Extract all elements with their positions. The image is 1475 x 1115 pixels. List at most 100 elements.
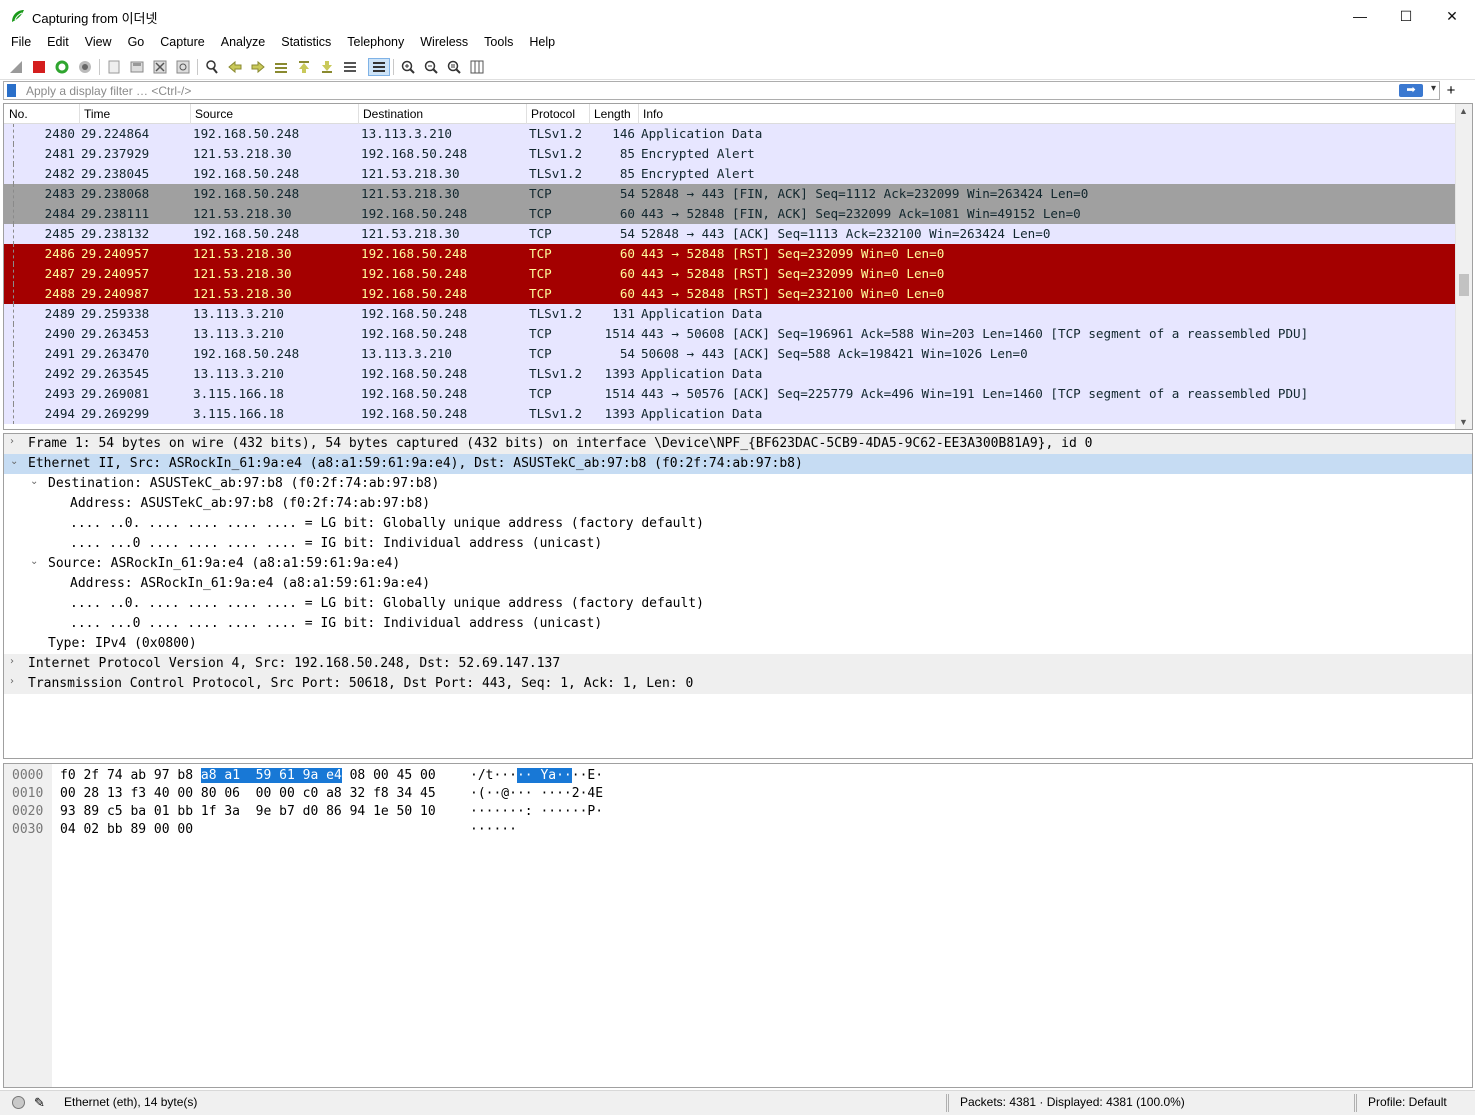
zoom-out-icon[interactable] bbox=[422, 58, 440, 76]
detail-row[interactable]: .... ...0 .... .... .... .... = IG bit: … bbox=[4, 614, 1472, 634]
capture-options-icon[interactable] bbox=[76, 58, 94, 76]
hex-dump[interactable]: 93 89 c5 ba 01 bb 1f 3a 9e b7 d0 86 94 1… bbox=[60, 804, 436, 819]
packet-row[interactable]: 2491 29.263470 192.168.50.248 13.113.3.210 T… bbox=[4, 344, 1456, 364]
column-separator[interactable] bbox=[526, 104, 527, 124]
status-profile[interactable]: Profile: Default bbox=[1368, 1095, 1447, 1109]
column-separator[interactable] bbox=[79, 104, 80, 124]
packet-row[interactable]: 2481 29.237929 121.53.218.30 192.168.50.248… bbox=[4, 144, 1456, 164]
column-separator[interactable] bbox=[638, 104, 639, 124]
collapse-arrow-icon[interactable]: ⌄ bbox=[30, 556, 38, 567]
menu-file[interactable]: File bbox=[3, 32, 39, 54]
collapse-arrow-icon[interactable]: ⌄ bbox=[10, 456, 18, 467]
detail-row[interactable]: › Transmission Control Protocol, Src Port… bbox=[4, 674, 1472, 694]
display-filter-input[interactable]: Apply a display filter … <Ctrl-/> ➡ ▾ bbox=[3, 81, 1440, 100]
detail-row[interactable]: ⌄ Destination: ASUSTekC_ab:97:b8 (f0:2f:7… bbox=[4, 474, 1472, 494]
packet-row[interactable]: 2493 29.269081 3.115.166.18 192.168.50.248 T… bbox=[4, 384, 1456, 404]
packet-row[interactable]: 2494 29.269299 3.115.166.18 192.168.50.248 T… bbox=[4, 404, 1456, 424]
menu-help[interactable]: Help bbox=[521, 32, 563, 54]
packet-details[interactable]: › Frame 1: 54 bytes on wire (432 bits), 5… bbox=[3, 433, 1473, 759]
go-back-icon[interactable] bbox=[226, 58, 244, 76]
hex-dump[interactable]: 04 02 bb 89 00 00 bbox=[60, 822, 193, 837]
start-capture-icon[interactable] bbox=[7, 58, 25, 76]
filter-history-dropdown-icon[interactable]: ▾ bbox=[1431, 83, 1436, 94]
packet-bytes[interactable]: 0000 f0 2f 74 ab 97 b8 a8 a1 59 61 9a e4 … bbox=[3, 763, 1473, 1088]
save-file-icon[interactable] bbox=[128, 58, 146, 76]
expand-arrow-icon[interactable]: › bbox=[10, 436, 14, 447]
find-packet-icon[interactable] bbox=[203, 58, 221, 76]
ascii-dump[interactable]: ······ bbox=[470, 822, 517, 837]
detail-row[interactable]: Address: ASUSTekC_ab:97:b8 (f0:2f:74:ab:… bbox=[4, 494, 1472, 514]
packet-row[interactable]: 2483 29.238068 192.168.50.248 121.53.218.30… bbox=[4, 184, 1456, 204]
detail-row[interactable]: .... ..0. .... .... .... .... = LG bit: … bbox=[4, 594, 1472, 614]
zoom-in-icon[interactable] bbox=[399, 58, 417, 76]
scroll-down-icon[interactable]: ▼ bbox=[1459, 417, 1468, 427]
column-time[interactable]: Time bbox=[84, 107, 110, 121]
go-forward-icon[interactable] bbox=[249, 58, 267, 76]
menu-edit[interactable]: Edit bbox=[39, 32, 77, 54]
ascii-dump[interactable]: ·······: ······P· bbox=[470, 804, 603, 819]
column-separator[interactable] bbox=[589, 104, 590, 124]
column-protocol[interactable]: Protocol bbox=[531, 107, 575, 121]
menu-telephony[interactable]: Telephony bbox=[339, 32, 412, 54]
detail-row[interactable]: Type: IPv4 (0x0800) bbox=[4, 634, 1472, 654]
filter-bookmark-icon[interactable] bbox=[7, 84, 16, 97]
auto-scroll-icon[interactable] bbox=[341, 58, 359, 76]
menu-go[interactable]: Go bbox=[120, 32, 153, 54]
column-no[interactable]: No. bbox=[9, 107, 28, 121]
column-source[interactable]: Source bbox=[195, 107, 233, 121]
zoom-normal-icon[interactable] bbox=[445, 58, 463, 76]
packet-row[interactable]: 2482 29.238045 192.168.50.248 121.53.218.30… bbox=[4, 164, 1456, 184]
column-info[interactable]: Info bbox=[643, 107, 663, 121]
collapse-arrow-icon[interactable]: ⌄ bbox=[30, 476, 38, 487]
column-length[interactable]: Length bbox=[594, 107, 631, 121]
packet-list-scrollbar[interactable]: ▲ ▼ bbox=[1455, 104, 1472, 429]
capture-comment-icon[interactable]: ✎ bbox=[34, 1095, 45, 1111]
maximize-button[interactable]: ☐ bbox=[1383, 0, 1429, 32]
packet-row[interactable]: 2485 29.238132 192.168.50.248 121.53.218.30… bbox=[4, 224, 1456, 244]
packet-row[interactable]: 2486 29.240957 121.53.218.30 192.168.50.248… bbox=[4, 244, 1456, 264]
restart-capture-icon[interactable] bbox=[53, 58, 71, 76]
close-button[interactable]: ✕ bbox=[1429, 0, 1475, 32]
menu-analyze[interactable]: Analyze bbox=[213, 32, 273, 54]
detail-row[interactable]: › Frame 1: 54 bytes on wire (432 bits), 5… bbox=[4, 434, 1472, 454]
expand-arrow-icon[interactable]: › bbox=[10, 676, 14, 687]
column-separator[interactable] bbox=[190, 104, 191, 124]
detail-row[interactable]: .... ...0 .... .... .... .... = IG bit: … bbox=[4, 534, 1472, 554]
packet-row[interactable]: 2488 29.240987 121.53.218.30 192.168.50.248… bbox=[4, 284, 1456, 304]
column-destination[interactable]: Destination bbox=[363, 107, 423, 121]
menu-wireless[interactable]: Wireless bbox=[412, 32, 476, 54]
add-filter-button[interactable]: + bbox=[1444, 82, 1458, 99]
packet-row[interactable]: 2492 29.263545 13.113.3.210 192.168.50.248 T… bbox=[4, 364, 1456, 384]
detail-row[interactable]: ⌄ Source: ASRockIn_61:9a:e4 (a8:a1:59:61:… bbox=[4, 554, 1472, 574]
hex-dump[interactable]: f0 2f 74 ab 97 b8 a8 a1 59 61 9a e4 08 0… bbox=[60, 768, 436, 783]
column-separator[interactable] bbox=[358, 104, 359, 124]
menu-view[interactable]: View bbox=[77, 32, 120, 54]
packet-row[interactable]: 2487 29.240957 121.53.218.30 192.168.50.248… bbox=[4, 264, 1456, 284]
packet-row[interactable]: 2480 29.224864 192.168.50.248 13.113.3.210 T… bbox=[4, 124, 1456, 144]
go-to-packet-icon[interactable] bbox=[272, 58, 290, 76]
resize-columns-icon[interactable] bbox=[468, 58, 486, 76]
ascii-dump[interactable]: ·/t····· Ya····E· bbox=[470, 768, 603, 783]
ascii-dump[interactable]: ·(··@··· ····2·4E bbox=[470, 786, 603, 801]
reload-file-icon[interactable] bbox=[174, 58, 192, 76]
expert-info-icon[interactable] bbox=[12, 1096, 25, 1109]
stop-capture-icon[interactable] bbox=[30, 58, 48, 76]
colorize-icon[interactable] bbox=[368, 58, 390, 76]
menu-capture[interactable]: Capture bbox=[152, 32, 212, 54]
minimize-button[interactable]: — bbox=[1337, 0, 1383, 32]
scrollbar-thumb[interactable] bbox=[1459, 274, 1469, 296]
close-file-icon[interactable] bbox=[151, 58, 169, 76]
status-separator[interactable] bbox=[1354, 1094, 1357, 1112]
hex-dump[interactable]: 00 28 13 f3 40 00 80 06 00 00 c0 a8 32 f… bbox=[60, 786, 436, 801]
detail-row[interactable]: Address: ASRockIn_61:9a:e4 (a8:a1:59:61:… bbox=[4, 574, 1472, 594]
open-file-icon[interactable] bbox=[105, 58, 123, 76]
menu-tools[interactable]: Tools bbox=[476, 32, 521, 54]
status-separator[interactable] bbox=[946, 1094, 949, 1112]
packet-row[interactable]: 2490 29.263453 13.113.3.210 192.168.50.248 T… bbox=[4, 324, 1456, 344]
packet-row[interactable]: 2489 29.259338 13.113.3.210 192.168.50.248 T… bbox=[4, 304, 1456, 324]
detail-row[interactable]: .... ..0. .... .... .... .... = LG bit: … bbox=[4, 514, 1472, 534]
detail-row[interactable]: ⌄ Ethernet II, Src: ASRockIn_61:9a:e4 (a8… bbox=[4, 454, 1472, 474]
packet-row[interactable]: 2484 29.238111 121.53.218.30 192.168.50.248… bbox=[4, 204, 1456, 224]
menu-statistics[interactable]: Statistics bbox=[273, 32, 339, 54]
first-packet-icon[interactable] bbox=[295, 58, 313, 76]
